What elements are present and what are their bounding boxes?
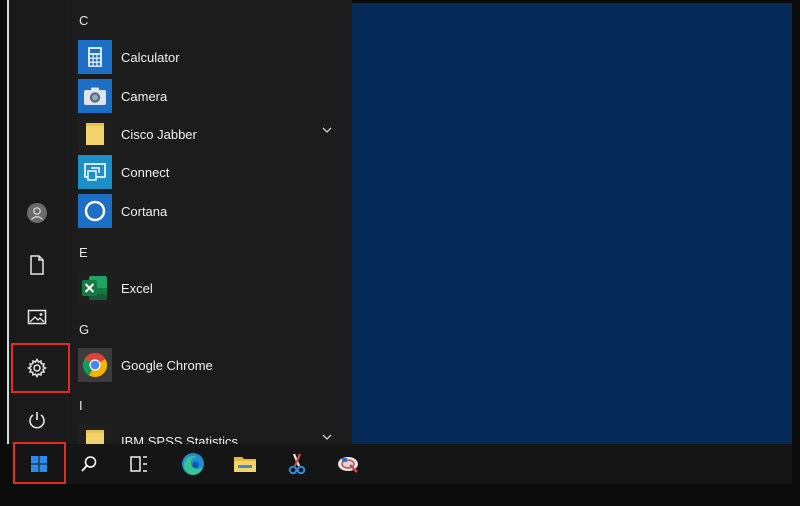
calculator-icon <box>88 47 102 67</box>
cortana-tile <box>78 194 112 228</box>
user-avatar-icon <box>27 203 47 223</box>
cortana-icon <box>84 200 106 222</box>
section-header-g[interactable]: G <box>79 322 89 337</box>
camera-icon <box>84 87 106 105</box>
snipping-tool-icon <box>288 453 306 475</box>
app-label: Cortana <box>121 203 168 219</box>
excel-icon <box>82 276 107 300</box>
app-label: Connect <box>121 164 170 180</box>
search-button[interactable] <box>66 444 112 484</box>
connect-icon <box>84 163 106 181</box>
power-icon <box>29 412 45 429</box>
chevron-down-icon[interactable] <box>322 127 332 133</box>
app-label: Camera <box>121 88 168 104</box>
app-label: Calculator <box>121 49 180 65</box>
chrome-icon <box>82 352 108 378</box>
app-label: Excel <box>121 280 153 296</box>
snipping-tool-button[interactable] <box>274 444 320 484</box>
app-item-calculator[interactable]: Calculator <box>70 38 340 76</box>
google-chrome-tile <box>78 348 112 382</box>
section-header-i[interactable]: I <box>79 398 83 413</box>
app-item-excel[interactable]: Excel <box>70 269 340 307</box>
app-label: Cisco Jabber <box>121 126 197 142</box>
task-view-button[interactable] <box>116 444 162 484</box>
app-item-cortana[interactable]: Cortana <box>70 192 340 230</box>
pictures-icon <box>27 309 47 325</box>
app-label: IBM SPSS Statistics <box>121 433 239 445</box>
file-explorer-button[interactable] <box>222 444 268 484</box>
cisco-jabber-tile <box>78 117 112 151</box>
app-item-ibm-spss-statistics[interactable]: IBM SPSS Statistics <box>70 422 340 444</box>
ibm-spss-tile <box>78 424 112 444</box>
edge-icon <box>182 453 204 475</box>
connect-tile <box>78 155 112 189</box>
edge-button[interactable] <box>170 444 216 484</box>
excel-tile <box>78 271 112 305</box>
settings-highlight-box <box>11 343 70 393</box>
task-view-icon <box>130 456 147 472</box>
app-item-cisco-jabber[interactable]: Cisco Jabber <box>70 115 340 153</box>
camera-tile <box>78 79 112 113</box>
section-header-c[interactable]: C <box>79 13 88 28</box>
chevron-down-icon[interactable] <box>322 434 332 440</box>
documents-button[interactable] <box>9 242 65 288</box>
app-item-camera[interactable]: Camera <box>70 77 340 115</box>
desktop-background[interactable] <box>352 3 792 444</box>
app-button[interactable] <box>326 444 372 484</box>
calculator-tile <box>78 40 112 74</box>
app-item-google-chrome[interactable]: Google Chrome <box>70 346 340 384</box>
section-header-e[interactable]: E <box>79 245 88 260</box>
app-item-connect[interactable]: Connect <box>70 153 340 191</box>
start-highlight-box <box>13 442 66 484</box>
app-list[interactable]: C Calculator Camera Cisco Jabber Connect… <box>70 0 350 444</box>
app-label: Google Chrome <box>121 357 213 373</box>
file-explorer-icon <box>234 457 256 472</box>
user-account-button[interactable] <box>9 190 65 236</box>
search-icon <box>81 456 97 472</box>
screen-edge <box>792 0 800 506</box>
power-button[interactable] <box>9 397 65 443</box>
app-icon <box>338 457 358 473</box>
screen-bottom-edge <box>0 484 800 506</box>
pictures-button[interactable] <box>9 294 65 340</box>
folder-icon <box>86 123 104 145</box>
folder-icon <box>86 430 104 444</box>
documents-icon <box>30 255 44 275</box>
